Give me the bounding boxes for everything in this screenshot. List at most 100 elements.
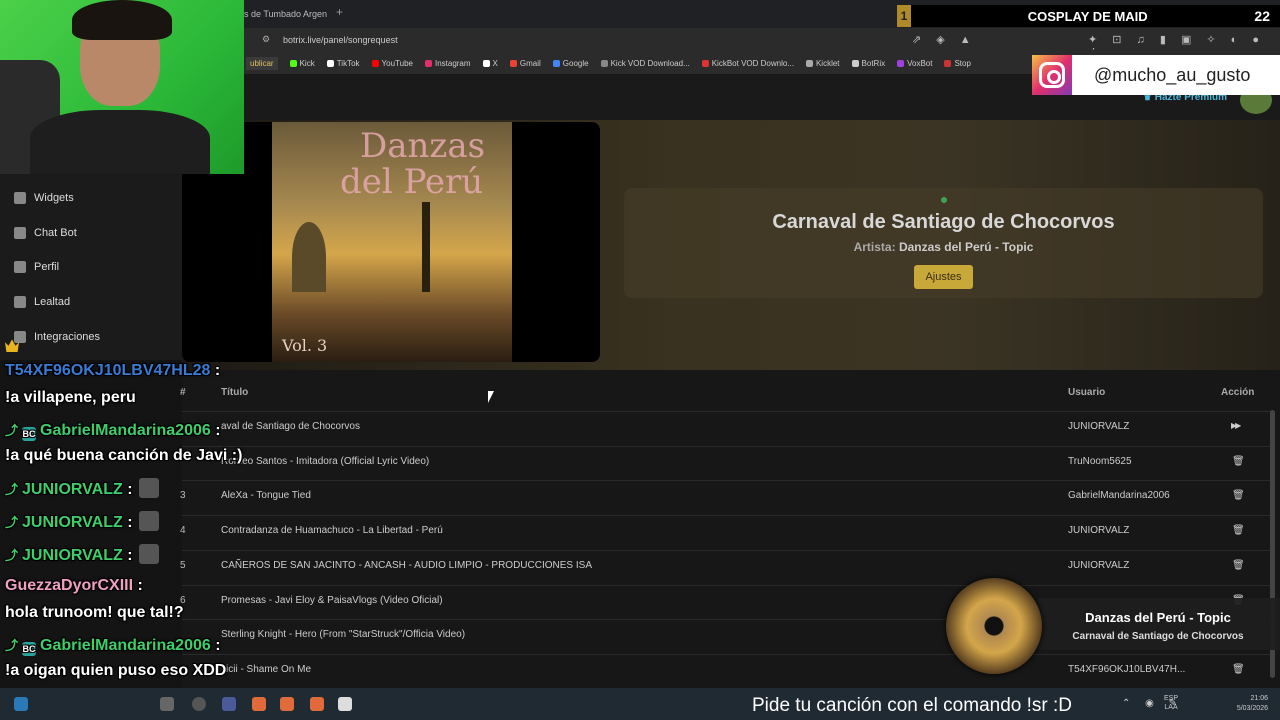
chat-user-line: ⤴JUNIORVALZ : — [5, 544, 159, 565]
clock-date: 5/03/2026 — [1236, 705, 1268, 712]
webcam-body — [30, 110, 210, 174]
popup-card: Danzas del Perú - Topic Carnaval de Sant… — [1038, 598, 1280, 650]
bookmark-label: Kicklet — [815, 58, 840, 68]
file-icon[interactable] — [338, 697, 352, 711]
goal-count: 22 — [1254, 8, 1270, 24]
bookmark-item[interactable]: X — [482, 58, 498, 68]
new-tab-button[interactable]: + — [336, 5, 343, 19]
sub-arrow-icon: ⤴ — [5, 423, 19, 438]
bookmark-item[interactable]: VoxBot — [897, 59, 932, 68]
chat-username: T54XF96OKJ10LBV47HL28 — [5, 362, 211, 379]
webcam-overlay — [0, 0, 244, 174]
bookmark-label: Kick — [299, 58, 315, 68]
row-divider — [182, 549, 1270, 551]
bookmark-item[interactable]: KickBot VOD Downlo... — [701, 58, 794, 68]
share-icon[interactable]: ⇗ ◈ ▲ — [912, 33, 977, 46]
bookmark-item[interactable]: ublicar — [246, 56, 278, 70]
bookmark-item[interactable]: TikTok — [326, 58, 360, 68]
taskbar-app-icon[interactable] — [222, 697, 236, 711]
bookmark-label: KickBot VOD Downlo... — [711, 58, 794, 68]
site-settings-icon[interactable]: ⚙ — [262, 34, 270, 45]
bookmark-label: BotRix — [861, 58, 886, 68]
settings-button[interactable]: Ajustes — [914, 265, 973, 289]
bookmark-item[interactable]: Kicklet — [805, 58, 840, 68]
bookmark-label: Kick VOD Download... — [610, 58, 690, 68]
row-title: CAÑEROS DE SAN JACINTO - ANCASH - AUDIO … — [221, 559, 592, 571]
bookmark-label: X — [492, 58, 498, 68]
sidebar-item-chat-bot[interactable]: Chat Bot — [14, 223, 77, 243]
bookmark-icon — [371, 59, 379, 67]
bookmark-item[interactable]: Google — [552, 58, 589, 68]
chat-message: !a qué buena canción de Javi :) — [5, 447, 243, 464]
song-request-banner: Pide tu canción con el comando !sr :D — [752, 695, 1073, 716]
art-palm — [422, 202, 430, 292]
album-volume: Vol. 3 — [282, 336, 328, 355]
instagram-icon — [1032, 55, 1072, 95]
bookmark-icon — [326, 59, 334, 67]
start-icon[interactable] — [14, 697, 28, 711]
emote-icon — [138, 544, 159, 564]
bookmark-item[interactable]: Kick — [289, 58, 315, 68]
instagram-handle: @mucho_au_gusto — [1094, 64, 1251, 85]
row-user: JUNIORVALZ — [1068, 525, 1130, 537]
sub-arrow-icon: ⤴ — [5, 548, 19, 563]
bookmark-label: TikTok — [336, 58, 360, 68]
row-user: TruNoom5625 — [1068, 455, 1132, 467]
chat-user-line: GuezzaDyorCXIII : — [5, 577, 143, 594]
sidebar-item-widgets[interactable]: Widgets — [14, 188, 74, 208]
bot-badge-icon: BC — [22, 642, 37, 656]
bookmark-icon — [289, 59, 297, 67]
bookmark-label: VoxBot — [907, 58, 933, 68]
sidebar-item-label: Lealtad — [34, 296, 71, 308]
brave-icon[interactable] — [252, 697, 266, 711]
bookmark-icon — [851, 59, 859, 67]
now-playing-artist: Artista: Danzas del Perú - Topic — [624, 240, 1263, 254]
bookmark-item[interactable]: YouTube — [371, 59, 413, 68]
clock[interactable]: 21:06 5/03/2026 — [1226, 694, 1268, 714]
bookmark-item[interactable]: Instagram — [424, 58, 471, 68]
album-title-line2: del Perú — [340, 162, 484, 202]
robot-icon — [14, 227, 26, 239]
language-indicator[interactable]: ESP LAA — [1164, 694, 1178, 712]
bookmark-icon — [424, 59, 432, 67]
bookmark-item[interactable]: BotRix — [851, 58, 886, 68]
mouse-cursor — [488, 391, 494, 403]
chat-message: !a oigan quien puso eso XDD — [5, 662, 227, 679]
trophy-icon — [14, 296, 26, 308]
goal-overlay: 1 COSPLAY DE MAID 22 — [897, 5, 1280, 27]
widgets-icon — [14, 192, 26, 204]
col-header-action: Acción — [1221, 387, 1255, 398]
chat-user-line: T54XF96OKJ10LBV47HL28 : — [5, 362, 221, 379]
trash-icon[interactable]: 🗑 — [1232, 560, 1245, 571]
taskbar-app-icon[interactable] — [192, 697, 206, 711]
bookmark-icon — [897, 59, 905, 67]
sidebar-item-label: Widgets — [34, 192, 74, 204]
lang-line2: LAA — [1164, 704, 1178, 711]
skip-icon[interactable]: ▶▶ — [1231, 421, 1241, 430]
row-divider — [182, 445, 1270, 447]
chat-overlay: T54XF96OKJ10LBV47HL28 : !a villapene, per… — [0, 336, 260, 720]
trash-icon[interactable]: 🗑 — [1232, 456, 1245, 467]
now-playing-title: Carnaval de Santiago de Chocorvos — [772, 211, 1115, 233]
lang-line1: ESP — [1164, 695, 1179, 702]
vinyl-disc-icon — [946, 578, 1042, 674]
sidebar-item-lealtad[interactable]: Lealtad — [14, 292, 70, 312]
trash-icon[interactable]: 🗑 — [1232, 525, 1245, 536]
bookmark-label: Google — [562, 58, 589, 68]
bookmark-item[interactable]: Stop — [944, 59, 971, 68]
bookmark-item[interactable]: Gmail — [509, 58, 541, 68]
trash-icon[interactable]: 🗑 — [1232, 490, 1245, 501]
artist-name: Danzas del Perú - Topic — [898, 240, 1034, 254]
row-user: GabrielMandarina2006 — [1068, 490, 1170, 502]
sub-arrow-icon: ⤴ — [5, 482, 19, 497]
bookmark-item[interactable]: Kick VOD Download... — [600, 58, 690, 68]
brave-icon[interactable] — [310, 697, 324, 711]
bookmark-label: Gmail — [519, 58, 541, 68]
sidebar-item-perfil[interactable]: Perfil — [14, 257, 59, 277]
bookmark-label: Instagram — [434, 58, 471, 68]
browser-tab[interactable]: s de Tumbado Argen — [244, 4, 344, 28]
chat-user-line: ⤴ BC GabrielMandarina2006 : — [5, 422, 221, 441]
brave-icon[interactable] — [280, 697, 294, 711]
taskbar-app-icon[interactable] — [160, 697, 174, 711]
url-input[interactable]: botrix.live/panel/songrequest — [283, 35, 398, 45]
